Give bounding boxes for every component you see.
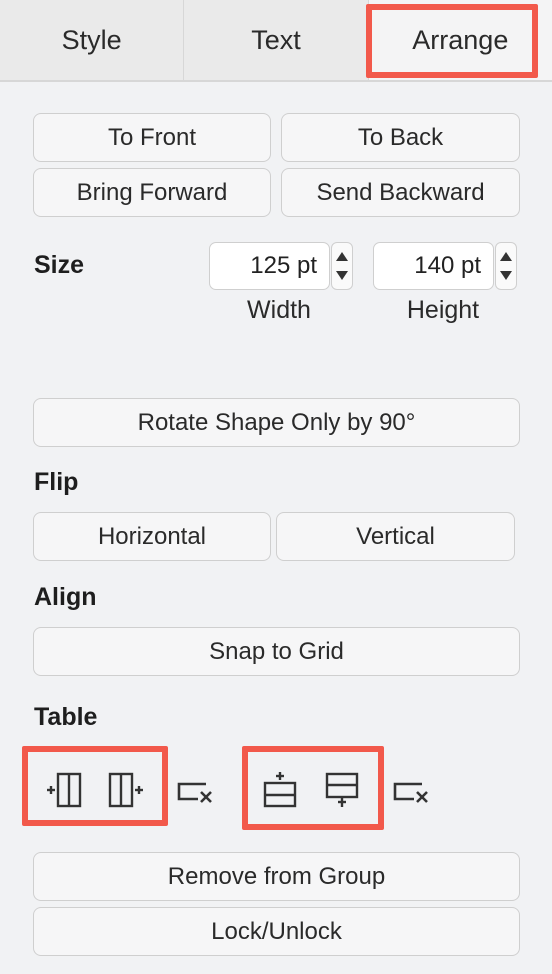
height-stepper[interactable] bbox=[495, 242, 517, 290]
insert-column-before-icon[interactable] bbox=[44, 770, 84, 810]
insert-row-above-icon[interactable] bbox=[260, 770, 300, 810]
insert-column-after-icon[interactable] bbox=[106, 770, 146, 810]
size-section-title: Size bbox=[34, 251, 85, 279]
bring-forward-label: Bring Forward bbox=[76, 178, 228, 206]
height-input[interactable]: 140 pt bbox=[373, 242, 494, 290]
flip-section-title: Flip bbox=[34, 468, 79, 496]
snap-to-grid-button[interactable]: Snap to Grid bbox=[33, 627, 520, 676]
width-stepper[interactable] bbox=[331, 242, 353, 290]
lock-unlock-button[interactable]: Lock/Unlock bbox=[33, 907, 520, 956]
snap-to-grid-label: Snap to Grid bbox=[209, 637, 344, 665]
to-back-label: To Back bbox=[357, 123, 444, 151]
rotate-shape-button[interactable]: Rotate Shape Only by 90° bbox=[33, 398, 520, 447]
tab-text-label: Text bbox=[251, 24, 301, 55]
to-front-button[interactable]: To Front bbox=[33, 113, 271, 162]
bring-forward-button[interactable]: Bring Forward bbox=[33, 168, 271, 217]
rotate-shape-label: Rotate Shape Only by 90° bbox=[137, 408, 416, 436]
lock-unlock-label: Lock/Unlock bbox=[211, 917, 342, 945]
tab-style-label: Style bbox=[61, 24, 122, 55]
to-back-button[interactable]: To Back bbox=[281, 113, 520, 162]
send-backward-button[interactable]: Send Backward bbox=[281, 168, 520, 217]
flip-horizontal-button[interactable]: Horizontal bbox=[33, 512, 271, 561]
delete-column-icon[interactable] bbox=[176, 772, 216, 812]
flip-vertical-label: Vertical bbox=[356, 522, 435, 550]
width-decrement-icon[interactable] bbox=[336, 271, 348, 280]
width-label: Width bbox=[247, 296, 311, 324]
width-increment-icon[interactable] bbox=[336, 252, 348, 261]
remove-from-group-label: Remove from Group bbox=[167, 862, 386, 890]
width-input[interactable]: 125 pt bbox=[209, 242, 330, 290]
tab-style[interactable]: Style bbox=[0, 0, 183, 80]
height-increment-icon[interactable] bbox=[500, 252, 512, 261]
to-front-label: To Front bbox=[107, 123, 197, 151]
tab-text[interactable]: Text bbox=[183, 0, 367, 80]
height-decrement-icon[interactable] bbox=[500, 271, 512, 280]
height-label: Height bbox=[406, 296, 480, 324]
flip-vertical-button[interactable]: Vertical bbox=[276, 512, 515, 561]
table-section-title: Table bbox=[34, 703, 98, 731]
send-backward-label: Send Backward bbox=[316, 178, 485, 206]
flip-horizontal-label: Horizontal bbox=[97, 522, 207, 550]
tab-bar: Style Text Arrange bbox=[0, 0, 552, 82]
insert-row-below-icon[interactable] bbox=[322, 770, 362, 810]
remove-from-group-button[interactable]: Remove from Group bbox=[33, 852, 520, 901]
tab-arrange-label: Arrange bbox=[412, 24, 509, 55]
tab-arrange[interactable]: Arrange bbox=[367, 0, 552, 80]
align-section-title: Align bbox=[34, 583, 97, 611]
delete-row-icon[interactable] bbox=[392, 772, 432, 812]
